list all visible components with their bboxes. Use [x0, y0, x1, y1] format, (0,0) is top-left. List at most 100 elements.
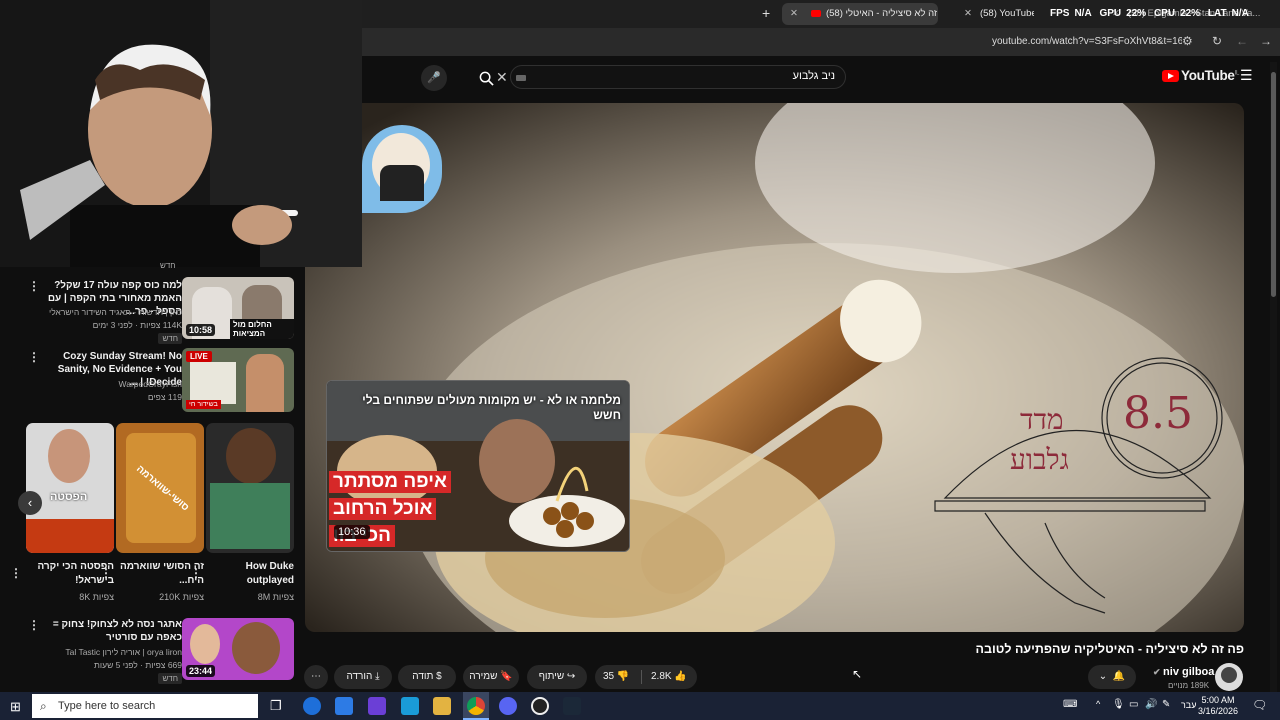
taskbar-search-placeholder: Type here to search — [58, 700, 156, 712]
reload-icon[interactable]: ↻ — [1212, 34, 1222, 48]
chevron-left-icon[interactable]: ‹ — [18, 491, 42, 515]
youtube-favicon-icon — [810, 10, 821, 17]
dislike-button[interactable]: 35 👎 — [603, 665, 629, 689]
recommended-video[interactable]: 23:44 אתגר נסה לא לצחוק! צחוק = כאפה עם … — [0, 618, 300, 688]
chrome-icon — [467, 697, 485, 715]
thanks-icon: $ — [436, 671, 442, 682]
short-title[interactable]: How Duke outplayed — [210, 560, 294, 588]
menu-icon[interactable]: ☰ — [1240, 67, 1253, 84]
thumbnail-caption-1: איפה מסתתר — [329, 471, 451, 493]
steam-icon[interactable] — [563, 697, 581, 715]
close-tab-icon[interactable]: ✕ — [964, 8, 972, 19]
subscribed-bell-button[interactable]: ⌄ 🔔 — [1088, 665, 1136, 689]
short-thumbnail[interactable]: הפסטה — [26, 423, 114, 553]
pen-icon[interactable]: ✎ — [1162, 699, 1170, 710]
video-thumbnail[interactable]: LIVE בשידור חי — [182, 348, 294, 412]
discord-icon[interactable] — [499, 697, 517, 715]
language-indicator[interactable]: עבר — [1181, 700, 1196, 710]
more-options-icon[interactable]: ⋮ — [28, 618, 40, 632]
download-button[interactable]: הורדה ⤓ — [334, 665, 392, 689]
more-options-icon[interactable]: ⋮ — [10, 566, 22, 580]
short-views: 8M צפיות — [257, 592, 294, 602]
recommended-video[interactable]: החלום מול המציאות 10:58 למה כוס קפה עולה… — [0, 277, 300, 344]
obs-icon[interactable] — [531, 697, 549, 715]
cpu-label: CPU — [1153, 8, 1176, 19]
channel-name[interactable]: WarpedCrayFish — [32, 379, 182, 389]
more-options-icon[interactable]: ⋮ — [28, 279, 40, 293]
mic-tray-icon[interactable]: 🎙 — [1112, 699, 1125, 710]
photos-icon[interactable] — [401, 697, 419, 715]
windows-taskbar: ⊞ ⌕ Type here to search ❐ ⌨ ^ 🎙 ▭ 🔊 ✎ עב… — [0, 692, 1280, 720]
channel-name[interactable]: כאן | חדשות - תאגיד השידור הישראלי — [32, 307, 182, 317]
save-button[interactable]: שמירה 🔖 — [463, 665, 519, 689]
keyboard-tray-icon[interactable]: ⌨ — [1063, 699, 1077, 710]
windows-start-icon[interactable]: ⊞ — [10, 699, 21, 715]
logo-text: YouTube — [1181, 68, 1235, 83]
forward-icon[interactable]: ← — [1236, 34, 1248, 48]
notifications-icon[interactable]: 🗨 — [1252, 698, 1267, 712]
mic-icon[interactable]: 🎤 — [421, 65, 447, 91]
video-preview-card[interactable]: מלחמה או לא - יש מקומות מעולים שפתוחים ב… — [326, 380, 630, 552]
edge-icon[interactable] — [303, 697, 321, 715]
chrome-active-indicator[interactable] — [463, 692, 489, 720]
clock-date: 3/16/2026 — [1198, 706, 1239, 716]
download-icon: ⤓ — [375, 671, 380, 682]
short-thumbnail[interactable]: סושי-שווארמה — [116, 423, 204, 553]
keyboard-icon[interactable] — [516, 75, 526, 81]
thanks-label: תודה — [412, 671, 434, 682]
chevron-up-icon[interactable]: ^ — [1096, 699, 1100, 709]
subscriber-count: 189K מנויים — [1168, 681, 1210, 690]
back-icon[interactable]: → — [1260, 34, 1272, 48]
short-thumbnail[interactable] — [206, 423, 294, 553]
like-button[interactable]: 2.8K 👍 — [651, 665, 687, 689]
thanks-button[interactable]: תודה $ — [398, 665, 456, 689]
scrollbar-thumb[interactable] — [1271, 72, 1276, 297]
url-field[interactable]: youtube.com/watch?v=S3FsFoXhVt8&t=16s — [992, 36, 1182, 47]
short-title[interactable]: הפסטה הכי יקרה בישראל! — [30, 560, 114, 588]
partial-new-badge: חדש — [160, 261, 176, 270]
channel-avatar[interactable] — [1215, 663, 1243, 691]
youtube-logo[interactable]: YouTubeIL — [1162, 68, 1239, 83]
recommended-video[interactable]: LIVE בשידור חי Cozy Sunday Stream! No Sa… — [0, 348, 300, 414]
video-thumbnail[interactable]: החלום מול המציאות 10:58 — [182, 277, 294, 339]
search-icon: ⌕ — [40, 699, 47, 713]
site-settings-icon[interactable]: ⚙ — [1182, 34, 1193, 48]
tab-youtube[interactable]: ✕ (58) YouTube — [956, 3, 1034, 25]
channel-sticker — [362, 125, 442, 213]
close-tab-icon[interactable]: ✕ — [790, 8, 798, 19]
share-button[interactable]: שיתוף ↪ — [527, 665, 587, 689]
youtube-play-icon — [1162, 70, 1179, 82]
battery-icon[interactable]: ▭ — [1129, 699, 1138, 710]
duration-badge: 23:44 — [186, 665, 216, 677]
share-label: שיתוף — [538, 671, 565, 682]
more-actions-button[interactable]: ⋯ — [304, 665, 328, 689]
task-view-icon[interactable]: ❐ — [270, 698, 282, 714]
channel-name[interactable]: ✔ niv gilboa — [1153, 666, 1214, 678]
lat-label: LAT — [1207, 8, 1227, 19]
short-views: 8K צפיות — [79, 592, 114, 602]
store-icon[interactable] — [335, 697, 353, 715]
video-player[interactable]: 8.5 מדד גלבוע — [305, 103, 1244, 632]
short-title[interactable]: זה הסושי שווארמה היח... — [120, 560, 204, 588]
taskbar-search-input[interactable]: ⌕ Type here to search — [32, 694, 258, 718]
copilot-icon[interactable] — [368, 697, 386, 715]
search-icon[interactable] — [473, 66, 499, 92]
channel-name[interactable]: orya liron | אוריה לירון Tal Tastic — [32, 647, 182, 657]
search-input[interactable]: ניב גלבוע ✕ 🎤 — [421, 65, 846, 91]
video-title: פה זה לא סיציליה - האיטליקיה שהפתיעה לטו… — [975, 642, 1244, 656]
video-thumbnail[interactable]: 23:44 — [182, 618, 294, 680]
channel-name-text: niv gilboa — [1163, 666, 1215, 678]
tab-current-video[interactable]: ✕ (58) פה זה לא סיציליה - האיטלי... — [782, 3, 938, 25]
like-dislike-group: 35 👎 2.8K 👍 — [595, 665, 697, 689]
page-scrollbar[interactable] — [1270, 62, 1277, 692]
video-title[interactable]: אתגר נסה לא לצחוק! צחוק = כאפה עם סורטיר — [32, 618, 182, 644]
short-caption: הפסטה — [50, 491, 88, 503]
system-clock[interactable]: 5:00 AM 3/16/2026 — [1198, 695, 1238, 717]
new-tab-button[interactable]: + — [762, 5, 770, 21]
file-explorer-icon[interactable] — [433, 697, 451, 715]
tab-label: (58) YouTube — [979, 8, 1034, 19]
chevron-down-icon: ⌄ — [1098, 671, 1108, 682]
thumbs-down-icon: 👎 — [616, 671, 630, 682]
more-options-icon[interactable]: ⋮ — [28, 350, 40, 364]
speaker-icon[interactable]: 🔊 — [1145, 699, 1157, 710]
